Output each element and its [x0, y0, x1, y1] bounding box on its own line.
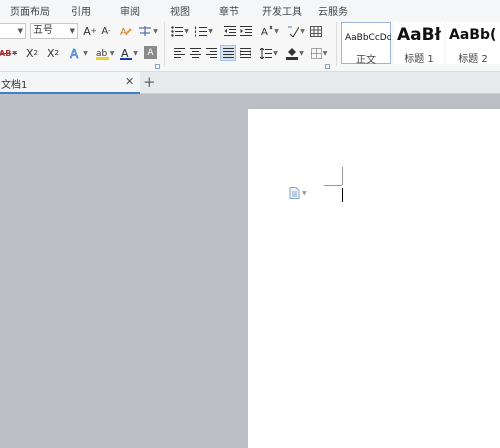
- table-button[interactable]: [308, 23, 324, 39]
- align-right-button[interactable]: [204, 45, 218, 61]
- paragraph-mark-icon: [288, 26, 300, 37]
- paragraph-layout-button[interactable]: ▼: [289, 187, 307, 199]
- table-icon: [310, 25, 322, 37]
- clear-format-icon: A: [120, 27, 132, 37]
- svg-text:A: A: [120, 27, 127, 37]
- line-spacing-button[interactable]: ▼: [258, 45, 280, 61]
- text-effect-button[interactable]: A ▼: [68, 45, 90, 61]
- chinese-layout-icon: A: [261, 25, 273, 37]
- font-dialog-launcher[interactable]: [155, 64, 160, 69]
- clear-format-button[interactable]: A: [118, 23, 134, 39]
- document-workspace: ▼: [0, 94, 500, 448]
- style-preview: AaBbCcDd: [345, 33, 391, 43]
- menu-developer-tools[interactable]: 开发工具: [262, 3, 302, 18]
- justify-button[interactable]: [220, 45, 236, 61]
- phonetic-icon: [139, 26, 152, 36]
- font-size-value: 五号: [33, 25, 53, 36]
- document-page[interactable]: ▼: [248, 109, 500, 448]
- font-name-select[interactable]: ▼: [0, 23, 26, 39]
- paint-bucket-icon: [286, 47, 299, 60]
- menu-references[interactable]: 引用: [71, 3, 91, 18]
- decrease-indent-button[interactable]: [222, 23, 238, 39]
- bullet-list-icon: [171, 25, 184, 37]
- document-tab-bar: 文档1 ✕ +: [0, 72, 500, 94]
- borders-icon: [310, 47, 322, 59]
- char-shading-button[interactable]: A: [144, 46, 157, 59]
- document-tab[interactable]: 文档1 ✕: [0, 72, 140, 94]
- paragraph-dialog-launcher[interactable]: [325, 64, 330, 69]
- font-size-select[interactable]: 五号 ▼: [30, 23, 78, 39]
- distribute-icon: [239, 48, 251, 58]
- margin-corner-mark: [342, 167, 343, 185]
- style-normal[interactable]: AaBbCcDd 正文: [341, 22, 391, 66]
- ribbon-separator: [164, 22, 165, 66]
- decrease-indent-icon: [224, 25, 236, 36]
- subscript-button[interactable]: X2: [45, 45, 61, 61]
- svg-text:A: A: [70, 47, 79, 59]
- align-right-icon: [205, 48, 217, 58]
- font-color-icon: A: [120, 47, 133, 60]
- phonetic-guide-button[interactable]: ▼: [136, 23, 160, 39]
- align-left-button[interactable]: [172, 45, 186, 61]
- highlight-button[interactable]: ab ▼: [93, 45, 117, 61]
- style-name: 标题 1: [404, 54, 434, 65]
- style-preview: AaBł: [397, 25, 441, 45]
- align-center-icon: [189, 48, 201, 58]
- align-center-button[interactable]: [188, 45, 202, 61]
- new-tab-button[interactable]: +: [143, 73, 156, 91]
- style-name: 标题 2: [458, 54, 488, 65]
- increase-indent-button[interactable]: [238, 23, 254, 39]
- style-heading-2[interactable]: AaBb( 标题 2: [446, 22, 500, 65]
- shading-button[interactable]: ▼: [284, 45, 306, 61]
- align-left-icon: [173, 48, 185, 58]
- ribbon-separator: [336, 22, 337, 66]
- justify-icon: [222, 48, 234, 58]
- style-heading-1[interactable]: AaBł 标题 1: [394, 22, 444, 65]
- borders-button[interactable]: ▼: [308, 45, 330, 61]
- line-spacing-icon: [260, 47, 273, 59]
- style-name: 正文: [356, 55, 376, 66]
- menu-page-layout[interactable]: 页面布局: [10, 3, 50, 18]
- superscript-button[interactable]: X2: [24, 45, 40, 61]
- document-tab-label: 文档1: [1, 80, 28, 91]
- increase-indent-icon: [240, 25, 252, 36]
- menu-review[interactable]: 审阅: [120, 3, 140, 18]
- chevron-down-icon: ▼: [302, 189, 307, 197]
- show-hide-marks-button[interactable]: ▼: [286, 23, 306, 39]
- shrink-font-button[interactable]: A-: [98, 23, 114, 39]
- font-color-button[interactable]: A ▼: [118, 45, 140, 61]
- text-effect-icon: A: [70, 47, 79, 59]
- numbered-list-icon: [195, 26, 208, 36]
- margin-corner-mark: [324, 185, 342, 186]
- chevron-down-icon[interactable]: ▼: [70, 24, 75, 38]
- chevron-down-icon[interactable]: ▼: [18, 24, 23, 38]
- strikethrough-button[interactable]: AB ▼: [0, 45, 18, 61]
- menu-view[interactable]: 视图: [170, 3, 190, 18]
- ribbon-toolbar: ▼ 五号 ▼ A + A- A ▼ AB ▼ X2 X2 A ▼ ab ▼ A ▼ A ▼…: [0, 18, 500, 72]
- menu-section[interactable]: 章节: [219, 3, 239, 18]
- menu-bar: 页面布局 引用 审阅 视图 章节 开发工具 云服务: [0, 0, 500, 18]
- highlighter-icon: ab: [95, 49, 109, 60]
- svg-text:A: A: [261, 27, 268, 37]
- document-icon: [289, 187, 300, 199]
- style-preview: AaBb(: [449, 27, 497, 43]
- text-cursor: [342, 188, 343, 202]
- grow-font-button[interactable]: A +: [82, 23, 98, 39]
- bullet-list-button[interactable]: ▼: [170, 23, 190, 39]
- numbered-list-button[interactable]: ▼: [194, 23, 214, 39]
- distribute-button[interactable]: [238, 45, 252, 61]
- menu-cloud-services[interactable]: 云服务: [318, 3, 348, 18]
- close-icon[interactable]: ✕: [125, 75, 134, 88]
- chinese-layout-button[interactable]: A ▼: [260, 23, 280, 39]
